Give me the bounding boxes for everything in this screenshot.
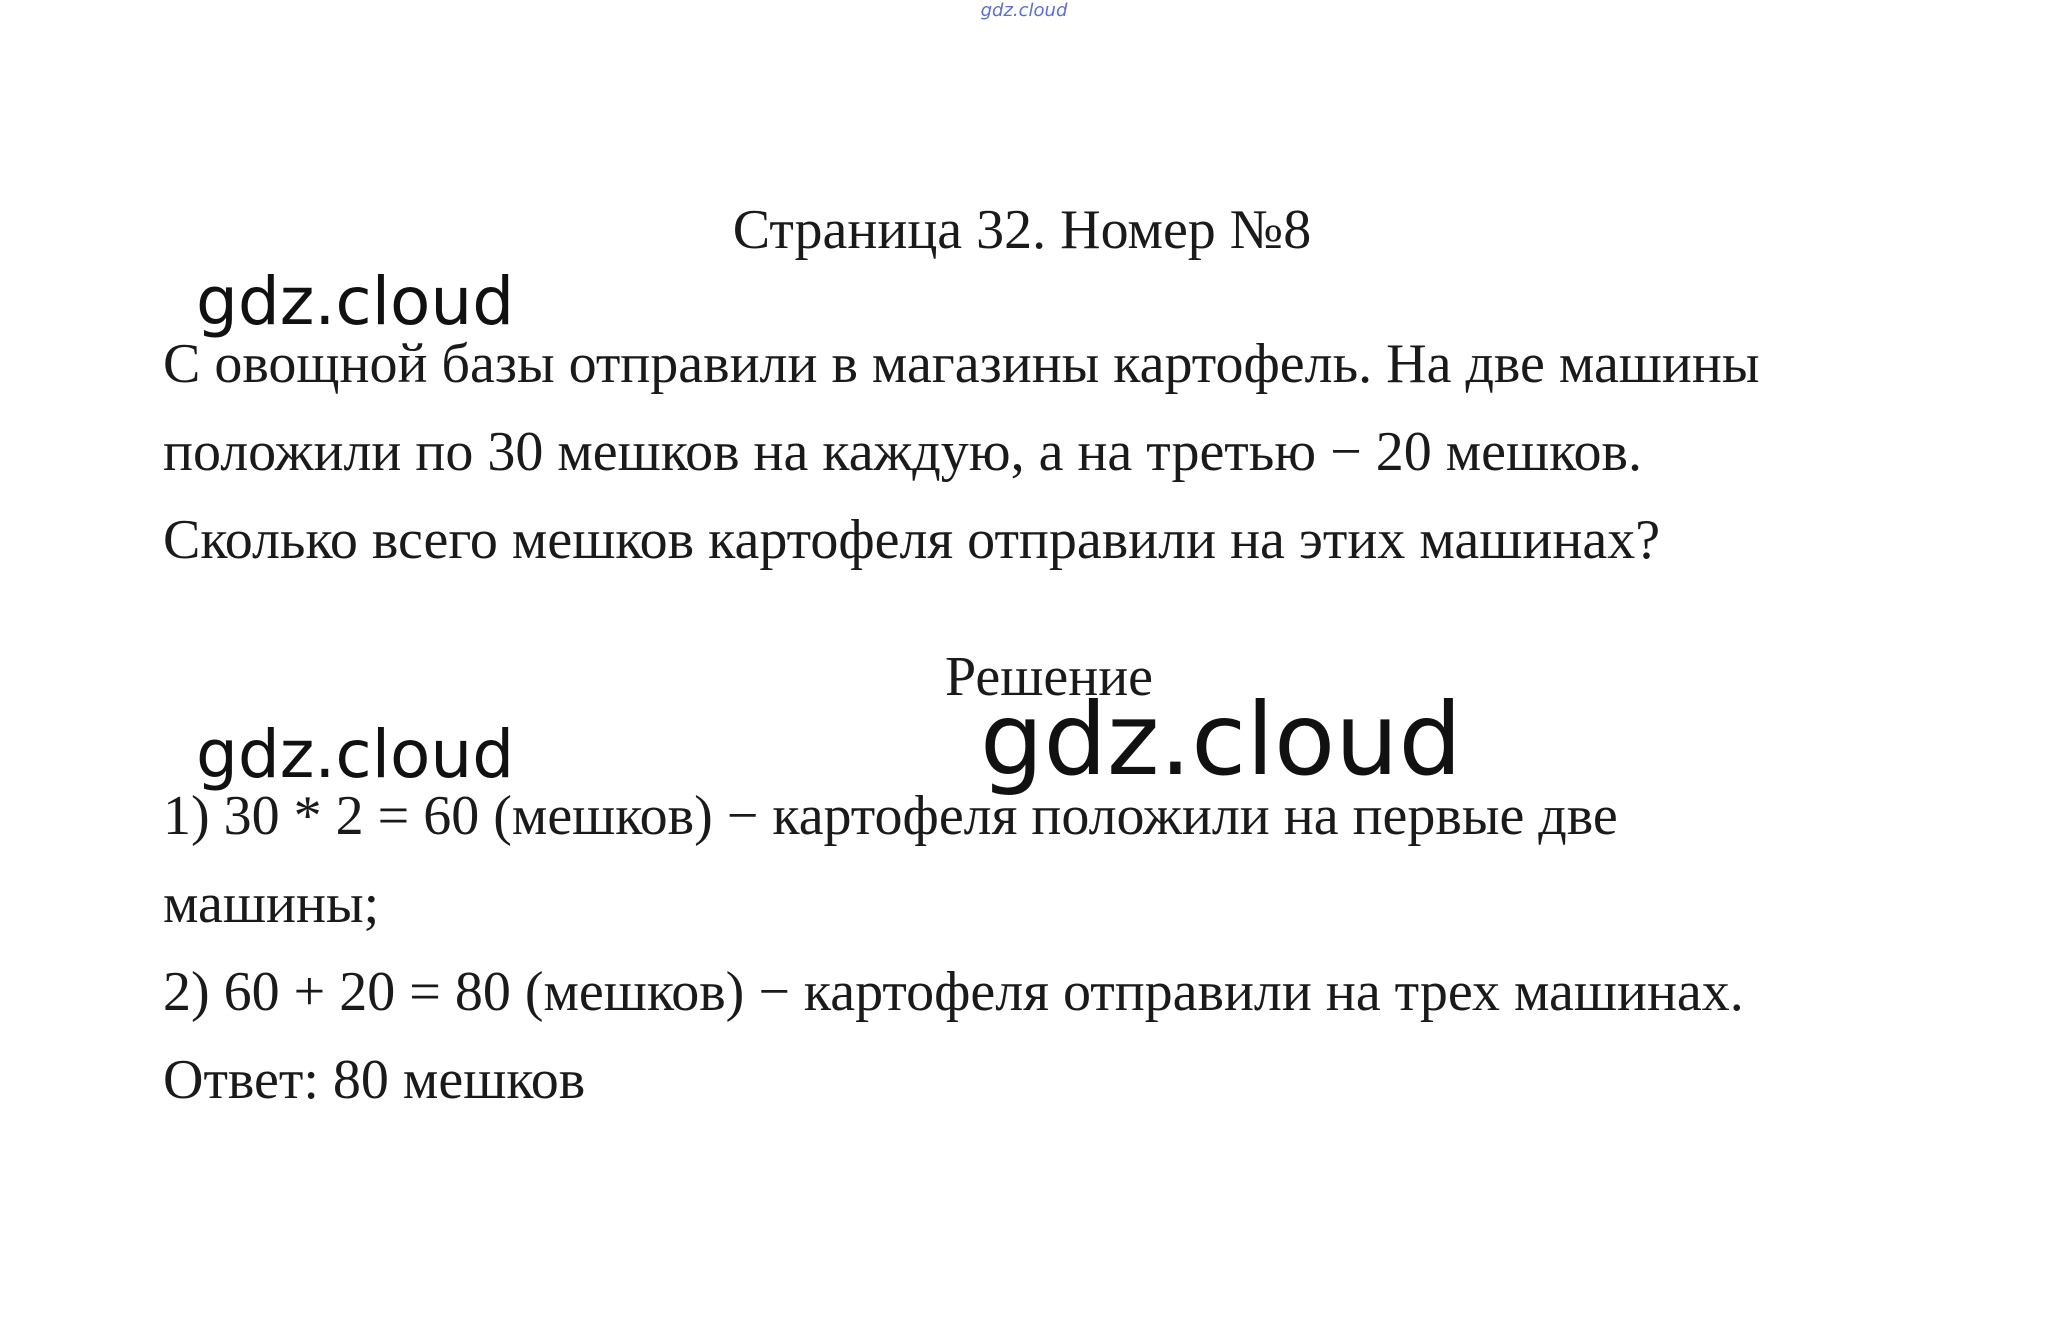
problem-line-1: С овощной базы отправили в магазины карт… <box>163 333 1760 395</box>
document-page: gdz.cloud Страница 32. Номер №8 gdz.clou… <box>0 0 2068 1335</box>
problem-line-3: Сколько всего мешков картофеля отправили… <box>163 509 1661 571</box>
problem-line-2: положили по 30 мешков на каждую, а на тр… <box>163 421 1642 483</box>
solution-text: 1) 30 * 2 = 60 (мешков) − картофеля поло… <box>163 772 1963 1124</box>
solution-line-2: машины; <box>163 873 380 935</box>
problem-text: С овощной базы отправили в магазины карт… <box>163 320 1963 584</box>
top-watermark: gdz.cloud <box>980 0 1068 21</box>
page-title: Страница 32. Номер №8 <box>732 199 1312 261</box>
solution-line-1: 1) 30 * 2 = 60 (мешков) − картофеля поло… <box>163 785 1618 847</box>
answer-line: Ответ: 80 мешков <box>163 1049 586 1111</box>
solution-line-3: 2) 60 + 20 = 80 (мешков) − картофеля отп… <box>163 961 1744 1023</box>
